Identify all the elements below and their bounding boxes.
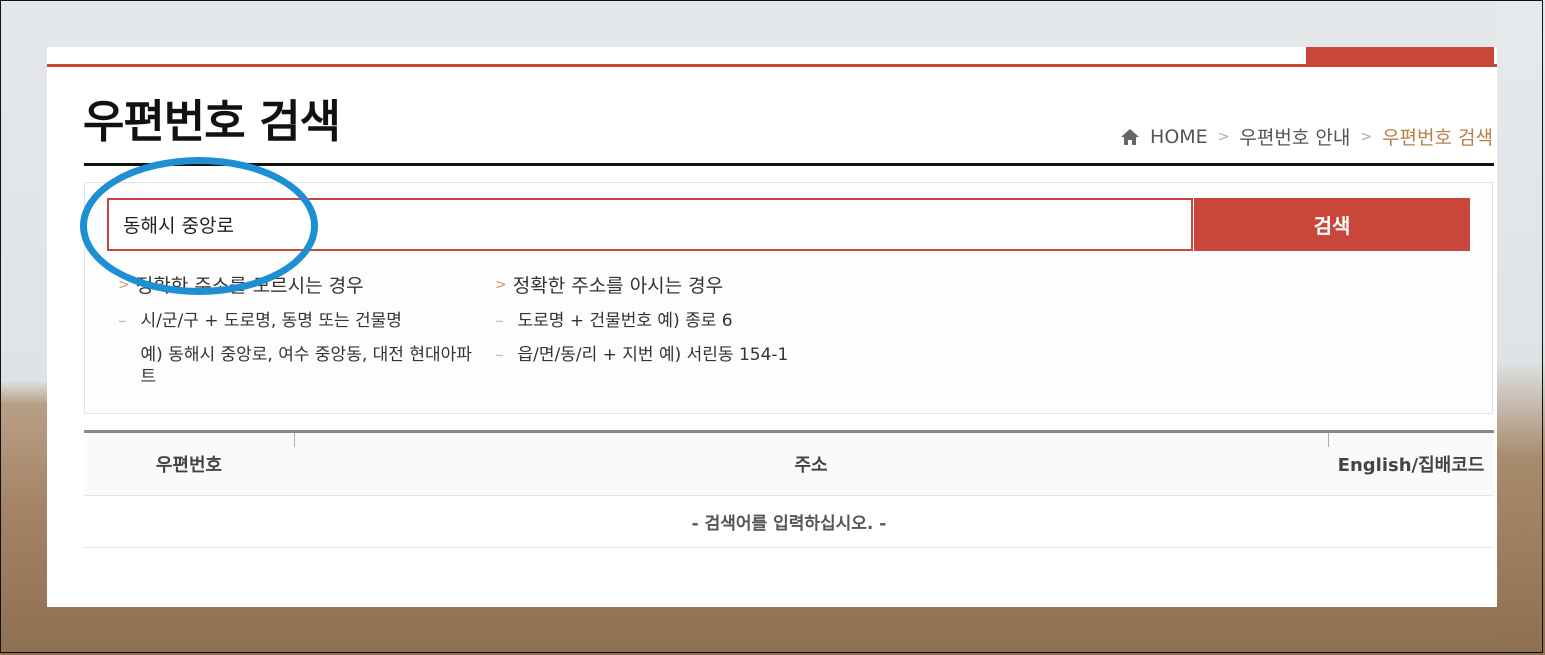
dash-icon: – xyxy=(495,345,504,365)
content-panel: 우편번호 검색 HOME > 우편번호 안내 > 우편번호 검색 검색 > 정확… xyxy=(47,47,1497,607)
home-icon[interactable] xyxy=(1120,128,1140,146)
help-heading: 정확한 주소를 아시는 경우 xyxy=(512,275,724,297)
breadcrumb-current[interactable]: 우편번호 검색 xyxy=(1382,123,1493,150)
breadcrumb-home[interactable]: HOME xyxy=(1150,126,1208,148)
dash-icon: – xyxy=(495,311,504,331)
help-item: – 읍/면/동/리 + 지번 예) 서린동 154-1 xyxy=(495,345,789,365)
column-header-address: 주소 xyxy=(794,455,828,476)
chevron-right-icon: > xyxy=(1217,128,1230,145)
chevron-right-icon: > xyxy=(495,276,507,293)
background-right xyxy=(1497,0,1545,655)
help-item: – 시/군/구 + 도로명, 동명 또는 건물명 xyxy=(118,311,402,331)
help-unknown-address: > 정확한 주소를 모르시는 경우 – 시/군/구 + 도로명, 동명 또는 건… xyxy=(118,271,498,388)
search-box: 검색 > 정확한 주소를 모르시는 경우 – 시/군/구 + 도로명, 동명 또… xyxy=(84,182,1493,414)
column-header-english: English/집배코드 xyxy=(1337,455,1485,476)
result-table: 우편번호 주소 English/집배코드 - 검색어를 입력하십시오. - xyxy=(84,430,1494,548)
help-item: – 도로명 + 건물번호 예) 종로 6 xyxy=(495,311,733,331)
column-header-zip: 우편번호 xyxy=(155,455,223,476)
top-accent-line xyxy=(47,64,1497,67)
chevron-right-icon: > xyxy=(118,276,130,293)
search-button[interactable]: 검색 xyxy=(1194,198,1470,251)
help-known-address: > 정확한 주소를 아시는 경우 – 도로명 + 건물번호 예) 종로 6 – … xyxy=(495,271,855,366)
chevron-right-icon: > xyxy=(1360,128,1373,145)
help-heading: 정확한 주소를 모르시는 경우 xyxy=(135,275,364,297)
table-header: 우편번호 주소 English/집배코드 xyxy=(84,430,1494,496)
breadcrumb: HOME > 우편번호 안내 > 우편번호 검색 xyxy=(1120,123,1493,150)
top-accent-tab xyxy=(1306,47,1494,64)
table-empty-message: - 검색어를 입력하십시오. - xyxy=(84,496,1494,548)
help-item: – 예) 동해시 중앙로, 여수 중앙동, 대전 현대아파트 xyxy=(140,345,472,387)
breadcrumb-level1[interactable]: 우편번호 안내 xyxy=(1239,123,1350,150)
search-input[interactable] xyxy=(107,198,1193,251)
dash-icon: – xyxy=(118,311,127,331)
page-title: 우편번호 검색 xyxy=(83,95,341,148)
title-divider xyxy=(84,163,1494,166)
